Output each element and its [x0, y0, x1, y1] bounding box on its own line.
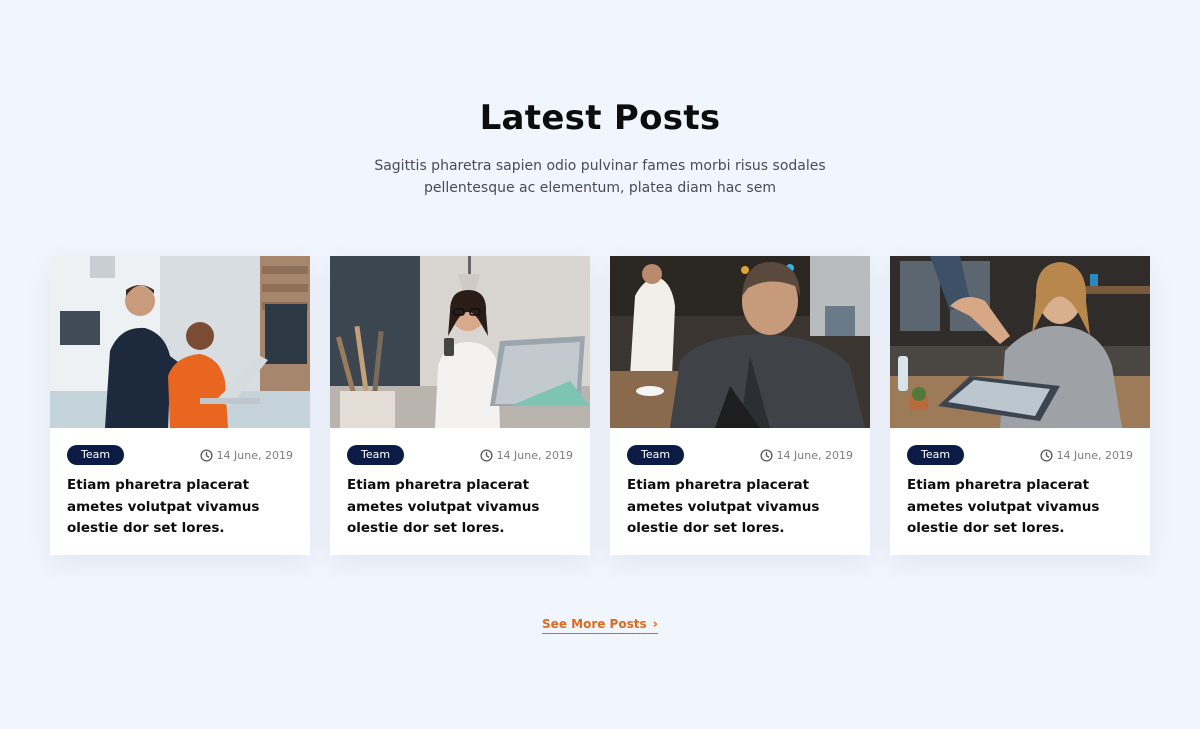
- category-badge[interactable]: Team: [907, 445, 965, 465]
- clock-icon: [1040, 448, 1053, 462]
- post-meta: Team 14 June, 2019: [610, 428, 870, 465]
- category-badge[interactable]: Team: [67, 445, 125, 465]
- post-image[interactable]: [50, 256, 310, 428]
- post-date-text: 14 June, 2019: [496, 448, 573, 462]
- category-badge[interactable]: Team: [347, 445, 405, 465]
- post-date-text: 14 June, 2019: [216, 448, 293, 462]
- post-date: 14 June, 2019: [760, 449, 853, 462]
- clock-icon: [480, 448, 493, 462]
- post-card[interactable]: Team 14 June, 2019 Etiam pharetra placer…: [610, 256, 870, 555]
- post-date: 14 June, 2019: [480, 449, 573, 462]
- see-more-posts-link[interactable]: See More Posts ›: [542, 617, 658, 634]
- clock-icon: [200, 448, 213, 462]
- category-badge[interactable]: Team: [627, 445, 685, 465]
- post-meta: Team 14 June, 2019: [330, 428, 590, 465]
- post-card[interactable]: Team 14 June, 2019 Etiam pharetra placer…: [50, 256, 310, 555]
- post-title[interactable]: Etiam pharetra placerat ametes volutpat …: [610, 465, 870, 540]
- post-card[interactable]: Team 14 June, 2019 Etiam pharetra placer…: [890, 256, 1150, 555]
- post-meta: Team 14 June, 2019: [50, 428, 310, 465]
- post-meta: Team 14 June, 2019: [890, 428, 1150, 465]
- post-image[interactable]: [610, 256, 870, 428]
- post-title[interactable]: Etiam pharetra placerat ametes volutpat …: [330, 465, 590, 540]
- post-title[interactable]: Etiam pharetra placerat ametes volutpat …: [50, 465, 310, 540]
- section-subtitle: Sagittis pharetra sapien odio pulvinar f…: [374, 158, 826, 196]
- see-more-container: See More Posts ›: [0, 613, 1200, 634]
- section-title: Latest Posts: [479, 98, 721, 138]
- post-date-text: 14 June, 2019: [1056, 448, 1133, 462]
- chevron-right-icon: ›: [652, 616, 658, 632]
- post-date-text: 14 June, 2019: [776, 448, 853, 462]
- post-cards: Team 14 June, 2019 Etiam pharetra placer…: [50, 256, 1150, 555]
- post-date: 14 June, 2019: [200, 449, 293, 462]
- post-date: 14 June, 2019: [1040, 449, 1133, 462]
- see-more-label: See More Posts: [542, 617, 647, 631]
- latest-posts-section: Latest Posts Sagittis pharetra sapien od…: [0, 0, 1200, 729]
- post-card[interactable]: Team 14 June, 2019 Etiam pharetra placer…: [330, 256, 590, 555]
- post-title[interactable]: Etiam pharetra placerat ametes volutpat …: [890, 465, 1150, 540]
- post-image[interactable]: [890, 256, 1150, 428]
- post-image[interactable]: [330, 256, 590, 428]
- clock-icon: [760, 448, 773, 462]
